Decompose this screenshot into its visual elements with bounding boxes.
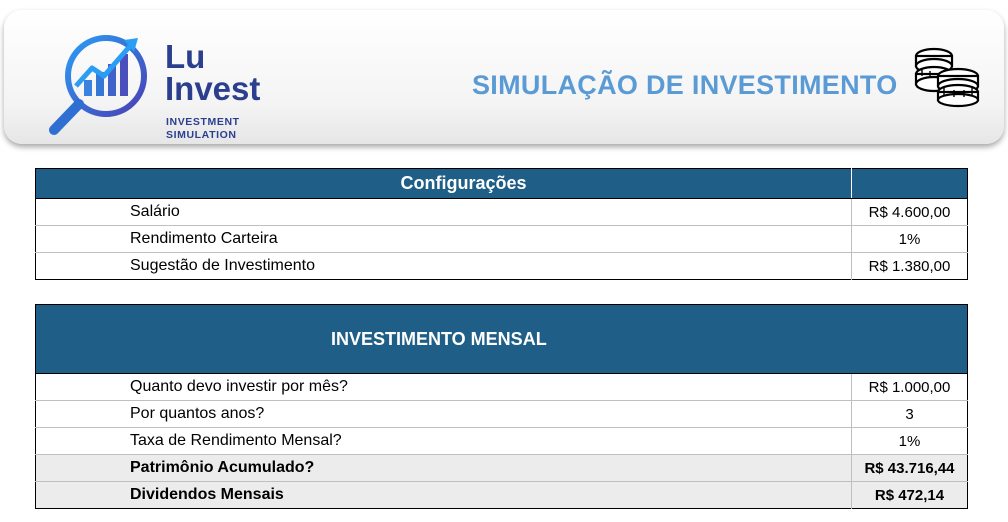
row-value[interactable]: R$ 4.600,00 [851, 198, 968, 226]
monthly-row-amount: Quanto devo investir por mês? R$ 1.000,0… [35, 373, 968, 401]
row-label[interactable]: Taxa de Rendimento Mensal? [35, 427, 852, 455]
row-label[interactable]: Rendimento Carteira [35, 225, 852, 253]
row-value[interactable]: R$ 43.716,44 [851, 454, 968, 482]
monthly-row-years: Por quantos anos? 3 [35, 400, 968, 428]
row-value[interactable]: R$ 1.380,00 [851, 252, 968, 280]
monthly-row-total: Patrimônio Acumulado? R$ 43.716,44 [35, 454, 968, 482]
monthly-row-rate: Taxa de Rendimento Mensal? 1% [35, 427, 968, 455]
row-label[interactable]: Por quantos anos? [35, 400, 852, 428]
logo-title-line1: Lu [165, 38, 206, 75]
row-value[interactable]: 1% [851, 225, 968, 253]
monthly-header-row: INVESTIMENTO MENSAL [35, 304, 968, 374]
row-label[interactable]: Quanto devo investir por mês? [35, 373, 852, 401]
logo-subtitle-line2: SIMULATION [166, 129, 237, 141]
row-value[interactable]: R$ 1.000,00 [851, 373, 968, 401]
config-row-suggestion: Sugestão de Investimento R$ 1.380,00 [36, 252, 968, 280]
page-title: SIMULAÇÃO DE INVESTIMENTO [472, 70, 898, 100]
logo-subtitle-line1: INVESTMENT [166, 116, 240, 128]
monthly-header: INVESTIMENTO MENSAL [35, 304, 968, 374]
row-label[interactable]: Dividendos Mensais [35, 481, 852, 509]
lu-invest-logo: Lu Invest INVESTMENT SIMULATION [44, 26, 274, 146]
config-header: Configurações [35, 168, 852, 199]
row-value[interactable]: 1% [851, 427, 968, 455]
config-header-empty-cell [851, 168, 968, 199]
coins-stack-icon [914, 47, 980, 108]
row-value[interactable]: 3 [851, 400, 968, 428]
row-label[interactable]: Patrimônio Acumulado? [35, 454, 852, 482]
monthly-row-dividends: Dividendos Mensais R$ 472,14 [35, 481, 968, 509]
row-label[interactable]: Salário [35, 198, 852, 226]
header-banner: Lu Invest INVESTMENT SIMULATION SIMULAÇÃ… [4, 10, 1004, 144]
monthly-investment-table: INVESTIMENTO MENSAL Quanto devo investir… [35, 304, 968, 509]
config-row-yield: Rendimento Carteira 1% [35, 225, 968, 253]
logo-title-line2: Invest [165, 70, 261, 107]
row-label[interactable]: Sugestão de Investimento [36, 253, 852, 280]
config-table: Configurações Salário R$ 4.600,00 Rendim… [35, 168, 968, 280]
magnifier-chart-logo-icon [49, 35, 147, 135]
config-row-salary: Salário R$ 4.600,00 [35, 198, 968, 226]
row-value[interactable]: R$ 472,14 [851, 481, 968, 509]
config-header-row: Configurações [35, 168, 968, 199]
